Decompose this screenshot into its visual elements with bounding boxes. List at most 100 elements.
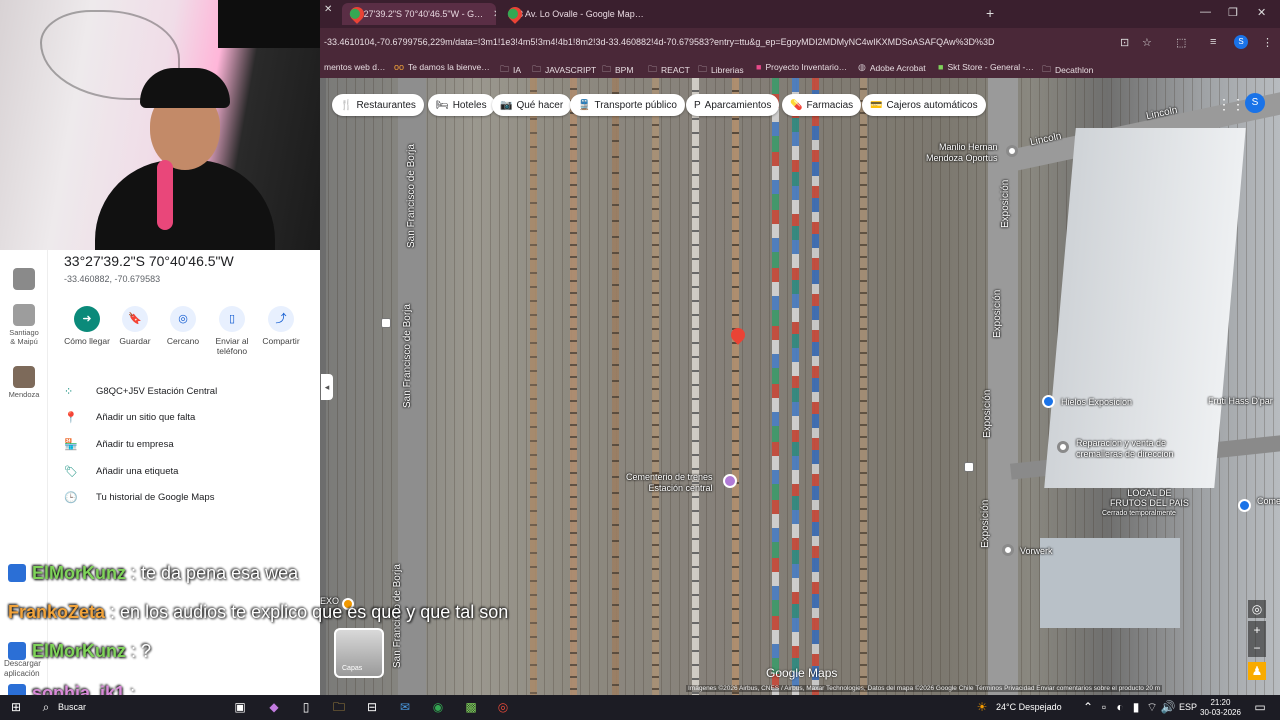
media-icon[interactable]: ≡: [1210, 36, 1216, 48]
bookmark-folder[interactable]: 🗀 REACT: [648, 62, 690, 78]
chip-cajeros[interactable]: 💳 Cajeros automáticos: [862, 94, 986, 116]
zoom-out-button[interactable]: −: [1248, 639, 1266, 657]
install-icon[interactable]: ⊡: [1120, 36, 1129, 49]
close-tab-icon[interactable]: ✕: [324, 4, 332, 15]
bus-stop-icon[interactable]: [964, 462, 974, 472]
bus-stop-icon[interactable]: [381, 318, 391, 328]
chip-restaurantes[interactable]: 🍴 Restaurantes: [332, 94, 424, 116]
close-tab-icon[interactable]: ✕: [493, 9, 496, 20]
close-window-icon[interactable]: ✕: [1257, 6, 1266, 19]
poi-marker[interactable]: [1057, 441, 1069, 453]
profile-avatar[interactable]: S: [1234, 35, 1248, 49]
tab-coordinates[interactable]: ⬤ 33°27'39.2"S 70°40'46.5"W - G… ✕: [342, 3, 496, 25]
my-location-icon[interactable]: ◎: [1248, 600, 1266, 618]
obs-icon[interactable]: ◎: [495, 699, 511, 715]
windows-start-icon[interactable]: ⊞: [8, 699, 24, 715]
side-rail-item[interactable]: Santiago & Maipú: [2, 304, 46, 346]
bookmark-item[interactable]: ◍ Adobe Acrobat: [858, 62, 926, 73]
poi-label[interactable]: Vorwerk: [1020, 546, 1053, 556]
wifi-icon[interactable]: ⌔: [1144, 699, 1160, 715]
weather-text[interactable]: 24°C Despejado: [996, 702, 1062, 712]
chip-transporte[interactable]: 🚆 Transporte público: [570, 94, 685, 116]
extensions-icon[interactable]: ⬚: [1176, 36, 1186, 49]
nearby-button[interactable]: ◎ Cercano: [155, 306, 211, 346]
bookmark-item[interactable]: ■ Proyecto Inventario…: [756, 62, 847, 72]
poi-label[interactable]: Reparacion y venta de cremalleras de dir…: [1076, 438, 1174, 460]
minimize-icon[interactable]: —: [1200, 6, 1211, 18]
add-missing-place-item[interactable]: 📍 Añadir un sitio que falta: [64, 411, 195, 424]
bookmark-folder[interactable]: 🗀 Librerias: [698, 62, 744, 78]
notification-icon[interactable]: ▭: [1252, 699, 1268, 715]
bookmark-item[interactable]: ■ Skt Store - General -…: [938, 62, 1034, 72]
atm-icon: 💳: [870, 99, 883, 111]
download-app-label[interactable]: Descargar aplicación: [4, 659, 41, 679]
chip-hoteles[interactable]: 🛏 Hoteles: [428, 94, 495, 116]
add-business-item[interactable]: 🏪 Añadir tu empresa: [64, 438, 174, 451]
poi-marker-blue[interactable]: [1042, 395, 1055, 408]
poi-marker-purple[interactable]: [723, 474, 737, 488]
rail-cars: [530, 78, 537, 695]
copilot-icon[interactable]: ◆: [266, 699, 282, 715]
webcam-overlay: [0, 0, 325, 250]
chip-aparcamientos[interactable]: P Aparcamientos: [686, 94, 780, 116]
bookmark-folder[interactable]: 🗀 JAVASCRIPT: [532, 62, 596, 78]
chevron-up-icon[interactable]: ⌃: [1080, 699, 1096, 715]
tab-bar: ⬤ 33°27'39.2"S 70°40'46.5"W - G… ✕ ⬤ 273…: [320, 0, 1280, 28]
account-avatar[interactable]: S: [1245, 93, 1265, 113]
chip-farmacias[interactable]: 💊 Farmacias: [782, 94, 862, 116]
poi-marker[interactable]: [1002, 544, 1014, 556]
minecraft-icon[interactable]: ▩: [463, 699, 479, 715]
taskbar-search[interactable]: Buscar: [58, 702, 86, 712]
layers-button[interactable]: Capas: [334, 628, 384, 678]
collapse-panel-button[interactable]: ◂: [321, 374, 333, 400]
side-rail-item[interactable]: Mendoza: [2, 366, 46, 399]
send-to-phone-button[interactable]: ▯ Enviar al teléfono: [204, 306, 260, 356]
bookmark-item[interactable]: mentos web d…: [324, 62, 385, 72]
mail-icon[interactable]: ✉: [397, 699, 413, 715]
volume-icon[interactable]: 🔊: [1160, 699, 1176, 715]
poi-label[interactable]: Manlio Hernan Mendoza Oportus: [926, 142, 998, 164]
restore-icon[interactable]: ❐: [1228, 6, 1238, 19]
poi-label[interactable]: Cementerio de trenes Estación central: [626, 472, 713, 494]
bookmark-folder[interactable]: 🗀 IA: [500, 62, 521, 78]
bookmark-folder[interactable]: 🗀 Decathlon: [1042, 62, 1093, 78]
tab-lo-ovalle[interactable]: ⬤ 273 Av. Lo Ovalle - Google Map… ✕: [500, 3, 650, 25]
zoom-in-button[interactable]: +: [1248, 621, 1266, 639]
store-icon: 🏪: [64, 439, 78, 451]
url-text[interactable]: -33.4610104,-70.6799756,229m/data=!3m1!1…: [324, 37, 995, 47]
side-rail-item[interactable]: [2, 268, 46, 292]
address-bar[interactable]: -33.4610104,-70.6799756,229m/data=!3m1!1…: [320, 28, 1280, 56]
pegman-icon[interactable]: ♟: [1248, 662, 1266, 680]
file-icon[interactable]: ▯: [298, 699, 314, 715]
plus-code-item[interactable]: ⁘ G8QC+J5V Estación Central: [64, 385, 217, 398]
history-icon: 🕒: [64, 492, 78, 504]
poi-label[interactable]: Come: [1257, 496, 1280, 506]
clock[interactable]: 21:20 30-03-2026: [1200, 698, 1241, 718]
poi-marker-blue[interactable]: [1238, 499, 1251, 512]
add-label-item[interactable]: 🏷 Añadir una etiqueta: [64, 465, 178, 478]
bookmark-star-icon[interactable]: ☆: [1142, 36, 1152, 49]
new-tab-icon[interactable]: +: [986, 5, 994, 21]
search-icon[interactable]: ⌕: [38, 699, 54, 715]
menu-icon[interactable]: ⋮: [1262, 36, 1273, 49]
maps-history-item[interactable]: 🕒 Tu historial de Google Maps: [64, 491, 214, 504]
share-button[interactable]: ⤴ Compartir: [253, 306, 309, 346]
poi-label[interactable]: LOCAL DE FRUTOS DEL PAIS: [1110, 488, 1189, 508]
store-icon[interactable]: ⊟: [364, 699, 380, 715]
task-view-icon[interactable]: ▣: [232, 699, 248, 715]
poi-label[interactable]: Fruti Hass D'par: [1208, 396, 1273, 406]
tray-icon[interactable]: ◐: [1112, 699, 1128, 715]
bookmark-folder[interactable]: 🗀 BPM: [602, 62, 633, 78]
poi-status: Cerrado temporalmente: [1102, 510, 1176, 517]
tray-icon[interactable]: ▫: [1096, 699, 1112, 715]
file-explorer-icon[interactable]: 🗀: [331, 699, 347, 715]
street-label: Exposición: [1000, 179, 1011, 228]
rail-cars: [692, 78, 699, 695]
tray-icon[interactable]: ▮: [1128, 699, 1144, 715]
bookmark-item[interactable]: oo Te damos la bienve…: [394, 62, 490, 72]
chip-que-hacer[interactable]: 📷 Qué hacer: [492, 94, 572, 116]
language-indicator[interactable]: ESP: [1179, 702, 1197, 712]
poi-label[interactable]: Hielos Exposicion: [1061, 397, 1132, 407]
poi-marker[interactable]: [1006, 145, 1018, 157]
chrome-icon[interactable]: ◉: [430, 699, 446, 715]
